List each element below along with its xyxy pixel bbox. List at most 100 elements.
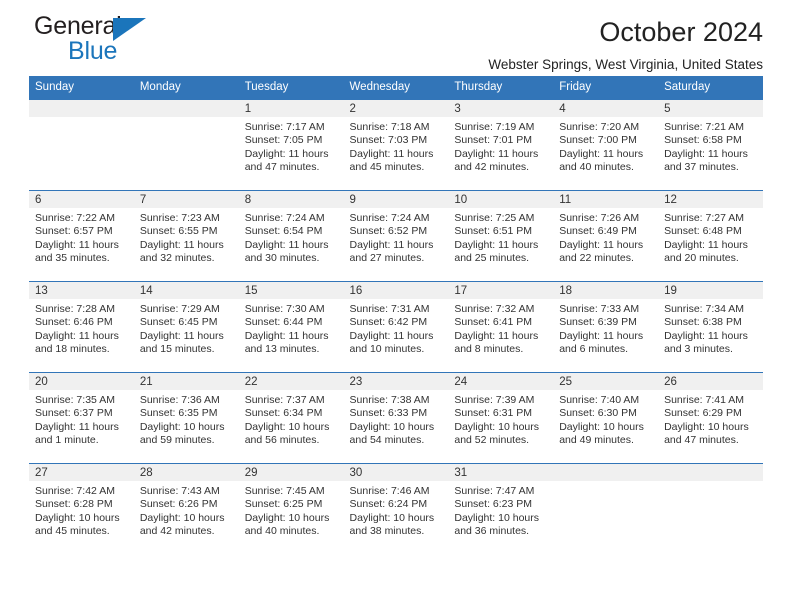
sunset-time: Sunset: 6:33 PM (349, 407, 428, 420)
daylight-duration-line1: Daylight: 11 hours (35, 329, 119, 342)
calendar-day-cell[interactable]: 18 Sunrise: 7:33 AM Sunset: 6:39 PM Dayligh… (553, 281, 659, 373)
location-subtitle: Webster Springs, West Virginia, United S… (488, 57, 763, 72)
calendar-day-cell[interactable]: 1 Sunrise: 7:17 AM Sunset: 7:05 PM Daylight… (238, 100, 344, 191)
calendar-day-cell[interactable]: 31 Sunrise: 7:47 AM Sunset: 6:23 PM Dayligh… (448, 463, 554, 554)
sunset-time: Sunset: 6:41 PM (454, 316, 533, 329)
day-cell-content: 24 Sunrise: 7:39 AM Sunset: 6:31 PM Dayligh… (448, 373, 554, 463)
daylight-duration-line1: Daylight: 11 hours (349, 238, 434, 251)
daylight-duration-line1: Daylight: 11 hours (244, 238, 329, 251)
calendar-day-cell[interactable]: 5 Sunrise: 7:21 AM Sunset: 6:58 PM Daylight… (658, 100, 763, 191)
day-details: Sunrise: 7:27 AM Sunset: 6:48 PM Daylight:… (658, 208, 763, 265)
weekday-header-thursday: Thursday (448, 76, 554, 100)
daylight-duration-line1: Daylight: 10 hours (454, 420, 540, 433)
sunrise-time: Sunrise: 7:34 AM (664, 303, 745, 315)
calendar-day-cell[interactable]: 6 Sunrise: 7:22 AM Sunset: 6:57 PM Daylight… (29, 190, 134, 282)
daylight-duration-line2: and 59 minutes. (139, 433, 215, 446)
calendar-day-cell[interactable]: 16 Sunrise: 7:31 AM Sunset: 6:42 PM Dayligh… (343, 281, 449, 373)
daylight-duration-line1: Daylight: 11 hours (454, 147, 539, 160)
sunset-time: Sunset: 6:57 PM (35, 225, 113, 238)
calendar-day-cell[interactable]: 23 Sunrise: 7:38 AM Sunset: 6:33 PM Dayligh… (343, 372, 449, 464)
calendar-day-cell[interactable]: 21 Sunrise: 7:36 AM Sunset: 6:35 PM Dayligh… (133, 372, 239, 464)
day-number (658, 464, 763, 481)
sunset-time: Sunset: 6:28 PM (35, 498, 113, 511)
day-details: Sunrise: 7:39 AM Sunset: 6:31 PM Daylight:… (448, 390, 553, 447)
calendar-empty-cell (553, 463, 659, 554)
day-number: 31 (448, 464, 554, 481)
day-details: Sunrise: 7:29 AM Sunset: 6:45 PM Daylight:… (134, 299, 239, 356)
sunset-time: Sunset: 6:55 PM (139, 225, 218, 238)
daylight-duration-line1: Daylight: 10 hours (664, 420, 749, 433)
daylight-duration-line2: and 36 minutes. (454, 524, 530, 537)
sunrise-time: Sunrise: 7:17 AM (244, 121, 325, 133)
daylight-duration-line2: and 38 minutes. (349, 524, 425, 537)
day-cell-content: 30 Sunrise: 7:46 AM Sunset: 6:24 PM Dayligh… (343, 464, 449, 554)
calendar-day-cell[interactable]: 19 Sunrise: 7:34 AM Sunset: 6:38 PM Dayligh… (658, 281, 763, 373)
daylight-duration-line1: Daylight: 11 hours (454, 238, 539, 251)
day-number: 29 (238, 464, 344, 481)
day-cell-content: 13 Sunrise: 7:28 AM Sunset: 6:46 PM Dayligh… (29, 282, 134, 372)
calendar-day-cell[interactable]: 8 Sunrise: 7:24 AM Sunset: 6:54 PM Daylight… (238, 190, 344, 282)
calendar-day-cell[interactable]: 17 Sunrise: 7:32 AM Sunset: 6:41 PM Dayligh… (448, 281, 554, 373)
daylight-duration-line1: Daylight: 11 hours (244, 147, 329, 160)
sunrise-time: Sunrise: 7:41 AM (664, 394, 745, 406)
day-cell-content: 11 Sunrise: 7:26 AM Sunset: 6:49 PM Dayligh… (553, 191, 659, 281)
sunset-time: Sunset: 7:03 PM (349, 134, 428, 147)
day-details: Sunrise: 7:38 AM Sunset: 6:33 PM Daylight:… (344, 390, 449, 447)
day-cell-content: 7 Sunrise: 7:23 AM Sunset: 6:55 PM Daylight… (133, 191, 239, 281)
sunrise-time: Sunrise: 7:47 AM (454, 485, 535, 497)
sunset-time: Sunset: 6:25 PM (244, 498, 323, 511)
daylight-duration-line1: Daylight: 10 hours (244, 511, 330, 524)
day-number (553, 464, 659, 481)
calendar-day-cell[interactable]: 4 Sunrise: 7:20 AM Sunset: 7:00 PM Daylight… (553, 100, 659, 191)
calendar-day-cell[interactable]: 2 Sunrise: 7:18 AM Sunset: 7:03 PM Daylight… (343, 100, 449, 191)
calendar-day-cell[interactable]: 7 Sunrise: 7:23 AM Sunset: 6:55 PM Daylight… (133, 190, 239, 282)
day-cell-content: 9 Sunrise: 7:24 AM Sunset: 6:52 PM Daylight… (343, 191, 449, 281)
day-number: 4 (553, 100, 659, 117)
daylight-duration-line1: Daylight: 11 hours (139, 329, 224, 342)
calendar-day-cell[interactable]: 22 Sunrise: 7:37 AM Sunset: 6:34 PM Dayligh… (238, 372, 344, 464)
daylight-duration-line2: and 47 minutes. (664, 433, 739, 446)
calendar-day-cell[interactable]: 27 Sunrise: 7:42 AM Sunset: 6:28 PM Dayligh… (29, 463, 134, 554)
day-cell-content: 10 Sunrise: 7:25 AM Sunset: 6:51 PM Dayligh… (448, 191, 554, 281)
daylight-duration-line1: Daylight: 11 hours (349, 329, 434, 342)
daylight-duration-line2: and 15 minutes. (139, 342, 215, 355)
calendar-day-cell[interactable]: 9 Sunrise: 7:24 AM Sunset: 6:52 PM Daylight… (343, 190, 449, 282)
daylight-duration-line1: Daylight: 11 hours (664, 238, 748, 251)
daylight-duration-line2: and 35 minutes. (35, 251, 110, 264)
calendar-day-cell[interactable]: 15 Sunrise: 7:30 AM Sunset: 6:44 PM Dayligh… (238, 281, 344, 373)
sunset-time: Sunset: 6:29 PM (664, 407, 742, 420)
daylight-duration-line2: and 22 minutes. (559, 251, 634, 264)
calendar-day-cell[interactable]: 26 Sunrise: 7:41 AM Sunset: 6:29 PM Dayligh… (658, 372, 763, 464)
day-cell-content: 29 Sunrise: 7:45 AM Sunset: 6:25 PM Dayligh… (238, 464, 344, 554)
daylight-duration-line2: and 1 minute. (35, 433, 99, 446)
calendar-day-cell[interactable]: 29 Sunrise: 7:45 AM Sunset: 6:25 PM Dayligh… (238, 463, 344, 554)
calendar-day-cell[interactable]: 14 Sunrise: 7:29 AM Sunset: 6:45 PM Dayligh… (133, 281, 239, 373)
general-blue-logo[interactable]: General Blue (34, 12, 234, 68)
day-details: Sunrise: 7:24 AM Sunset: 6:54 PM Daylight:… (239, 208, 344, 265)
day-number (133, 100, 239, 117)
sunset-time: Sunset: 6:34 PM (244, 407, 323, 420)
day-cell-content: 8 Sunrise: 7:24 AM Sunset: 6:54 PM Daylight… (238, 191, 344, 281)
sunset-time: Sunset: 6:37 PM (35, 407, 113, 420)
day-cell-content: 31 Sunrise: 7:47 AM Sunset: 6:23 PM Dayligh… (448, 464, 554, 554)
sunrise-time: Sunrise: 7:35 AM (35, 394, 115, 406)
calendar-day-cell[interactable]: 11 Sunrise: 7:26 AM Sunset: 6:49 PM Dayligh… (553, 190, 659, 282)
day-number: 7 (133, 191, 239, 208)
calendar-day-cell[interactable]: 20 Sunrise: 7:35 AM Sunset: 6:37 PM Dayligh… (29, 372, 134, 464)
calendar-day-cell[interactable]: 3 Sunrise: 7:19 AM Sunset: 7:01 PM Daylight… (448, 100, 554, 191)
calendar-day-cell[interactable]: 25 Sunrise: 7:40 AM Sunset: 6:30 PM Dayligh… (553, 372, 659, 464)
calendar-day-cell[interactable]: 12 Sunrise: 7:27 AM Sunset: 6:48 PM Dayligh… (658, 190, 763, 282)
day-details: Sunrise: 7:46 AM Sunset: 6:24 PM Daylight:… (344, 481, 449, 538)
day-cell-content: 4 Sunrise: 7:20 AM Sunset: 7:00 PM Daylight… (553, 100, 659, 190)
day-cell-content: 14 Sunrise: 7:29 AM Sunset: 6:45 PM Dayligh… (133, 282, 239, 372)
calendar-day-cell[interactable]: 30 Sunrise: 7:46 AM Sunset: 6:24 PM Dayligh… (343, 463, 449, 554)
calendar-day-cell[interactable]: 10 Sunrise: 7:25 AM Sunset: 6:51 PM Dayligh… (448, 190, 554, 282)
calendar-day-cell[interactable]: 13 Sunrise: 7:28 AM Sunset: 6:46 PM Dayligh… (29, 281, 134, 373)
calendar-day-cell[interactable]: 24 Sunrise: 7:39 AM Sunset: 6:31 PM Dayligh… (448, 372, 554, 464)
day-number: 22 (238, 373, 344, 390)
calendar-day-cell[interactable]: 28 Sunrise: 7:43 AM Sunset: 6:26 PM Dayligh… (133, 463, 239, 554)
daylight-duration-line1: Daylight: 10 hours (454, 511, 540, 524)
daylight-duration-line2: and 27 minutes. (349, 251, 425, 264)
day-details: Sunrise: 7:40 AM Sunset: 6:30 PM Daylight:… (553, 390, 658, 447)
day-number: 26 (658, 373, 763, 390)
